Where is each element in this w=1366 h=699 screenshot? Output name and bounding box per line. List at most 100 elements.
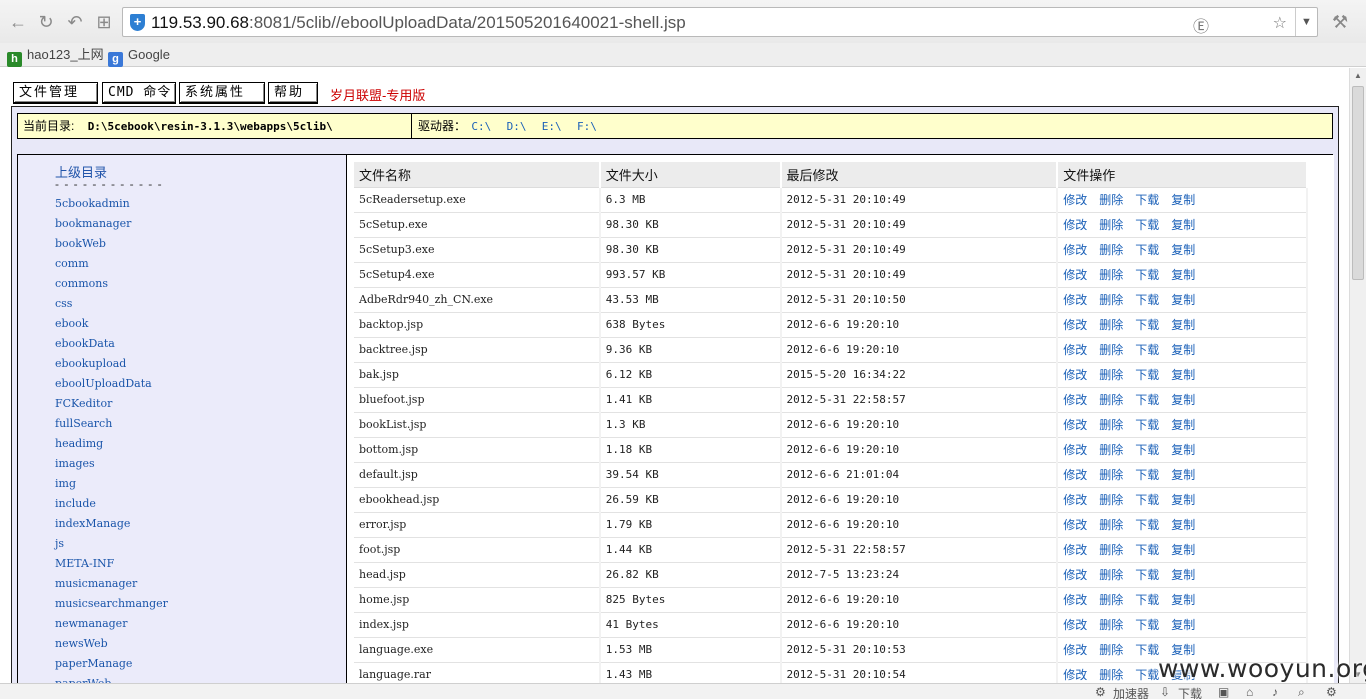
copy-link[interactable]: 复制 xyxy=(1171,393,1195,407)
sidebar-dir-item[interactable]: headimg xyxy=(55,434,103,454)
edit-link[interactable]: 修改 xyxy=(1063,618,1087,632)
download-link[interactable]: 下载 xyxy=(1135,418,1159,432)
sidebar-dir-item[interactable]: eboolUploadData xyxy=(55,374,152,394)
delete-link[interactable]: 删除 xyxy=(1099,218,1123,232)
sidebar-dir-item[interactable]: images xyxy=(55,454,95,474)
edit-link[interactable]: 修改 xyxy=(1063,318,1087,332)
copy-link[interactable]: 复制 xyxy=(1171,243,1195,257)
bookmark-google[interactable]: g Google xyxy=(108,46,170,67)
sidebar-dir-item[interactable]: comm xyxy=(55,254,89,274)
wrench-icon[interactable]: ⚒ xyxy=(1332,12,1348,33)
copy-link[interactable]: 复制 xyxy=(1171,418,1195,432)
delete-link[interactable]: 删除 xyxy=(1099,393,1123,407)
accelerator-icon[interactable]: ⚙ xyxy=(1095,685,1106,699)
settings-icon[interactable]: ⚙ xyxy=(1326,685,1337,699)
delete-link[interactable]: 删除 xyxy=(1099,643,1123,657)
download-link[interactable]: 下载 xyxy=(1135,618,1159,632)
sidebar-dir-item[interactable]: img xyxy=(55,474,76,494)
download-label[interactable]: 下载 xyxy=(1178,685,1202,699)
download-link[interactable]: 下载 xyxy=(1135,643,1159,657)
sidebar-dir-item[interactable]: js xyxy=(55,534,64,554)
sidebar-dir-item[interactable]: newsWeb xyxy=(55,634,108,654)
edit-link[interactable]: 修改 xyxy=(1063,668,1087,682)
delete-link[interactable]: 删除 xyxy=(1099,368,1123,382)
copy-link[interactable]: 复制 xyxy=(1171,543,1195,557)
edit-link[interactable]: 修改 xyxy=(1063,543,1087,557)
sidebar-dir-item[interactable]: bookmanager xyxy=(55,214,131,234)
delete-link[interactable]: 删除 xyxy=(1099,443,1123,457)
copy-link[interactable]: 复制 xyxy=(1171,443,1195,457)
copy-link[interactable]: 复制 xyxy=(1171,493,1195,507)
copy-link[interactable]: 复制 xyxy=(1171,193,1195,207)
delete-link[interactable]: 删除 xyxy=(1099,468,1123,482)
sidebar-dir-item[interactable]: include xyxy=(55,494,96,514)
edit-link[interactable]: 修改 xyxy=(1063,443,1087,457)
download-icon[interactable]: ⇩ xyxy=(1160,685,1170,699)
drive-e-link[interactable]: E:\ xyxy=(542,120,562,133)
trash-icon[interactable]: ⌂ xyxy=(1246,685,1253,699)
sidebar-dir-item[interactable]: paperManage xyxy=(55,654,132,674)
sidebar-dir-item[interactable]: bookWeb xyxy=(55,234,106,254)
download-link[interactable]: 下载 xyxy=(1135,318,1159,332)
undo-icon[interactable]: ↶ xyxy=(64,11,86,33)
download-link[interactable]: 下载 xyxy=(1135,493,1159,507)
delete-link[interactable]: 删除 xyxy=(1099,343,1123,357)
delete-link[interactable]: 删除 xyxy=(1099,668,1123,682)
grid-icon[interactable]: ⊞ xyxy=(93,11,115,33)
edit-link[interactable]: 修改 xyxy=(1063,468,1087,482)
download-link[interactable]: 下载 xyxy=(1135,443,1159,457)
edit-link[interactable]: 修改 xyxy=(1063,218,1087,232)
sidebar-dir-item[interactable]: css xyxy=(55,294,72,314)
copy-link[interactable]: 复制 xyxy=(1171,568,1195,582)
copy-link[interactable]: 复制 xyxy=(1171,518,1195,532)
file-manage-button[interactable]: 文件管理 xyxy=(13,82,98,104)
address-bar[interactable]: + 119.53.90.68:8081/5clib//eboolUploadDa… xyxy=(122,7,1318,37)
scrollbar-thumb[interactable] xyxy=(1352,86,1364,280)
download-link[interactable]: 下载 xyxy=(1135,668,1159,682)
delete-link[interactable]: 删除 xyxy=(1099,568,1123,582)
download-link[interactable]: 下载 xyxy=(1135,468,1159,482)
download-link[interactable]: 下载 xyxy=(1135,243,1159,257)
edit-link[interactable]: 修改 xyxy=(1063,418,1087,432)
sidebar-dir-item[interactable]: META-INF xyxy=(55,554,114,574)
scroll-up-icon[interactable]: ▲ xyxy=(1350,68,1366,84)
copy-link[interactable]: 复制 xyxy=(1171,343,1195,357)
copy-link[interactable]: 复制 xyxy=(1171,218,1195,232)
delete-link[interactable]: 删除 xyxy=(1099,543,1123,557)
volume-icon[interactable]: ♪ xyxy=(1272,685,1278,699)
edit-link[interactable]: 修改 xyxy=(1063,193,1087,207)
back-icon[interactable]: ← xyxy=(7,11,29,33)
download-link[interactable]: 下载 xyxy=(1135,593,1159,607)
accelerator-label[interactable]: 加速器 xyxy=(1113,685,1149,699)
download-link[interactable]: 下载 xyxy=(1135,518,1159,532)
system-properties-button[interactable]: 系统属性 xyxy=(179,82,265,104)
copy-link[interactable]: 复制 xyxy=(1171,268,1195,282)
cmd-button[interactable]: CMD 命令 xyxy=(102,82,176,104)
url-dropdown-icon[interactable]: ▼ xyxy=(1295,8,1317,36)
sidebar-dir-item[interactable]: fullSearch xyxy=(55,414,112,434)
window-icon[interactable]: ▣ xyxy=(1218,685,1229,699)
help-button[interactable]: 帮助 xyxy=(268,82,318,104)
e-icon[interactable]: Ⓔ xyxy=(1193,13,1209,37)
sidebar-dir-item[interactable]: ebookupload xyxy=(55,354,126,374)
download-link[interactable]: 下载 xyxy=(1135,293,1159,307)
forward-icon[interactable]: ↻ xyxy=(35,11,57,33)
edit-link[interactable]: 修改 xyxy=(1063,518,1087,532)
download-link[interactable]: 下载 xyxy=(1135,393,1159,407)
star-icon[interactable]: ☆ xyxy=(1273,13,1287,33)
copy-link[interactable]: 复制 xyxy=(1171,368,1195,382)
delete-link[interactable]: 删除 xyxy=(1099,268,1123,282)
edit-link[interactable]: 修改 xyxy=(1063,493,1087,507)
copy-link[interactable]: 复制 xyxy=(1171,293,1195,307)
edit-link[interactable]: 修改 xyxy=(1063,393,1087,407)
delete-link[interactable]: 删除 xyxy=(1099,193,1123,207)
sidebar-dir-item[interactable]: commons xyxy=(55,274,108,294)
download-link[interactable]: 下载 xyxy=(1135,368,1159,382)
edit-link[interactable]: 修改 xyxy=(1063,243,1087,257)
delete-link[interactable]: 删除 xyxy=(1099,618,1123,632)
sidebar-dir-item[interactable]: FCKeditor xyxy=(55,394,112,414)
bookmark-hao123[interactable]: h hao123_上网 xyxy=(7,46,104,67)
sidebar-dir-item[interactable]: newmanager xyxy=(55,614,127,634)
delete-link[interactable]: 删除 xyxy=(1099,293,1123,307)
delete-link[interactable]: 删除 xyxy=(1099,243,1123,257)
